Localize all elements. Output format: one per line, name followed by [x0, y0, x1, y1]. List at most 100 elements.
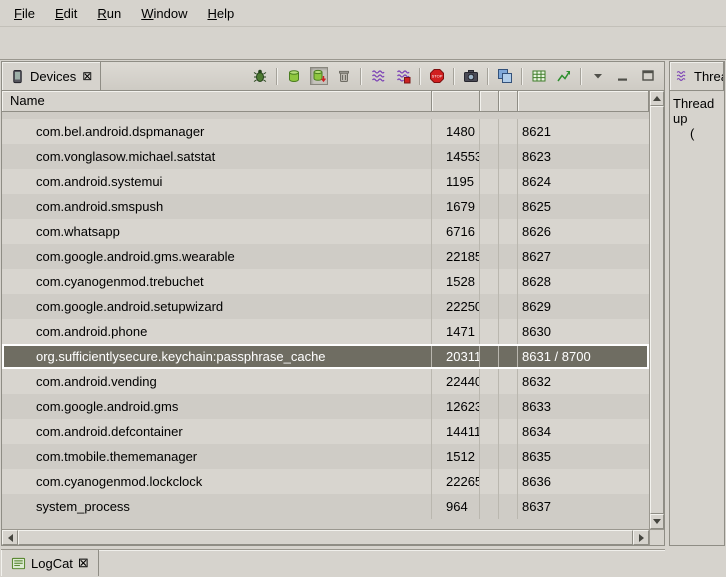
scroll-left-arrow[interactable] — [2, 530, 18, 545]
table-row[interactable]: com.android.smspush 1679 8625 — [2, 194, 649, 219]
table-row[interactable]: com.android.phone 1471 8630 — [2, 319, 649, 344]
scroll-right-arrow[interactable] — [633, 530, 649, 545]
table-row[interactable]: com.vonglasow.michael.satstat 14553 8623 — [2, 144, 649, 169]
table-row[interactable]: com.google.android.setupwizard 22250 862… — [2, 294, 649, 319]
table-row[interactable]: com.cyanogenmod.trebuchet 1528 8628 — [2, 269, 649, 294]
screen-capture-icon[interactable] — [462, 67, 480, 85]
cause-gc-icon[interactable] — [335, 67, 353, 85]
view-menu-icon[interactable] — [589, 67, 607, 85]
horizontal-scrollbar[interactable] — [2, 529, 649, 545]
process-pid: 1528 — [432, 269, 480, 294]
table-row[interactable]: com.cyanogenmod.lockclock 22265 8636 — [2, 469, 649, 494]
empty-cell — [480, 119, 499, 144]
process-name: com.google.android.gms — [2, 394, 432, 419]
process-pid: 14411 — [432, 419, 480, 444]
minimize-icon[interactable] — [614, 67, 632, 85]
vertical-scrollbar[interactable] — [649, 91, 664, 529]
devices-toolbar: STOP — [251, 62, 664, 90]
column-header-blank[interactable] — [480, 91, 499, 112]
empty-cell — [480, 319, 499, 344]
maximize-icon[interactable] — [639, 67, 657, 85]
process-pid: 1512 — [432, 444, 480, 469]
toolbar-separator — [276, 68, 278, 85]
debug-process-icon[interactable] — [251, 67, 269, 85]
menu-item[interactable]: Run — [87, 3, 131, 24]
empty-cell — [499, 319, 518, 344]
empty-cell — [480, 294, 499, 319]
process-port: 8628 — [518, 269, 649, 294]
table-row[interactable]: com.google.android.gms 12623 8633 — [2, 394, 649, 419]
tab-label: LogCat — [31, 556, 73, 571]
process-pid: 14553 — [432, 144, 480, 169]
threads-icon — [675, 69, 689, 83]
tab-logcat[interactable]: LogCat ⊠ — [1, 550, 99, 576]
close-icon[interactable]: ⊠ — [82, 70, 92, 82]
column-header-name[interactable]: Name — [2, 91, 432, 112]
table-row[interactable]: com.google.android.gms.wearable 22185 86… — [2, 244, 649, 269]
process-port: 8621 — [518, 119, 649, 144]
menu-item[interactable]: Window — [131, 3, 197, 24]
scroll-down-arrow[interactable] — [650, 514, 664, 529]
empty-cell — [480, 269, 499, 294]
table-row[interactable]: com.android.vending 22440 8632 — [2, 369, 649, 394]
menu-item[interactable]: Edit — [45, 3, 87, 24]
process-name: com.google.android.setupwizard — [2, 294, 432, 319]
toolbar-separator — [521, 68, 523, 85]
column-header-port[interactable] — [518, 91, 649, 112]
table-row[interactable]: com.android.systemui 1195 8624 — [2, 169, 649, 194]
scroll-up-arrow[interactable] — [650, 91, 664, 106]
process-port: 8637 — [518, 494, 649, 519]
table-row[interactable]: com.whatsapp 6716 8626 — [2, 219, 649, 244]
process-pid: 12623 — [432, 394, 480, 419]
horizontal-scroll-thumb[interactable] — [18, 530, 633, 545]
empty-cell — [480, 419, 499, 444]
tab-devices[interactable]: Devices ⊠ — [2, 62, 101, 90]
stop-process-icon[interactable]: STOP — [428, 67, 446, 85]
empty-cell — [499, 169, 518, 194]
sysinfo-chart-icon[interactable] — [555, 67, 573, 85]
menu-item[interactable]: File — [4, 3, 45, 24]
update-heap-icon[interactable] — [285, 67, 303, 85]
menubar: File Edit Run Window Help — [0, 0, 726, 26]
table-row[interactable]: system_process 964 8637 — [2, 494, 649, 519]
empty-cell — [499, 469, 518, 494]
ddms-window: File Edit Run Window Help Devices ⊠ — [0, 0, 726, 577]
table-row[interactable]: com.tmobile.thememanager 1512 8635 — [2, 444, 649, 469]
process-pid: 22440 — [432, 369, 480, 394]
svg-text:STOP: STOP — [432, 74, 443, 79]
column-header-blank[interactable] — [499, 91, 518, 112]
empty-cell — [480, 144, 499, 169]
empty-cell — [499, 494, 518, 519]
vertical-scroll-thumb[interactable] — [650, 106, 664, 514]
toolbar-separator — [580, 68, 582, 85]
dump-hprof-icon[interactable] — [310, 67, 328, 85]
process-port: 8629 — [518, 294, 649, 319]
table-body: com.bel.android.dspmanager 1480 8621 com… — [2, 112, 649, 529]
column-header-pid[interactable] — [432, 91, 480, 112]
stop-method-profiling-icon[interactable] — [394, 67, 412, 85]
empty-cell — [480, 244, 499, 269]
sysinfo-grid-icon[interactable] — [530, 67, 548, 85]
update-threads-icon[interactable] — [369, 67, 387, 85]
logcat-strip: LogCat ⊠ — [1, 549, 665, 576]
menu-item[interactable]: Help — [197, 3, 244, 24]
table-row[interactable]: com.bel.android.dspmanager 1480 8621 — [2, 119, 649, 144]
process-pid: 964 — [432, 494, 480, 519]
toolbar-separator — [360, 68, 362, 85]
table-header: Name — [2, 91, 649, 112]
empty-cell — [499, 294, 518, 319]
table-row[interactable]: org.sufficientlysecure.keychain:passphra… — [2, 344, 649, 369]
capture-view-hierarchy-icon[interactable] — [496, 67, 514, 85]
device-icon — [10, 69, 25, 84]
table-row[interactable]: com.android.defcontainer 14411 8634 — [2, 419, 649, 444]
close-icon[interactable]: ⊠ — [78, 555, 89, 571]
tab-threads[interactable]: Threads — [670, 62, 724, 90]
process-name: org.sufficientlysecure.keychain:passphra… — [2, 344, 432, 369]
tab-label: Devices — [30, 69, 76, 84]
process-port: 8623 — [518, 144, 649, 169]
empty-cell — [480, 169, 499, 194]
process-port: 8626 — [518, 219, 649, 244]
empty-cell — [499, 344, 518, 369]
process-pid: 1471 — [432, 319, 480, 344]
empty-cell — [499, 244, 518, 269]
